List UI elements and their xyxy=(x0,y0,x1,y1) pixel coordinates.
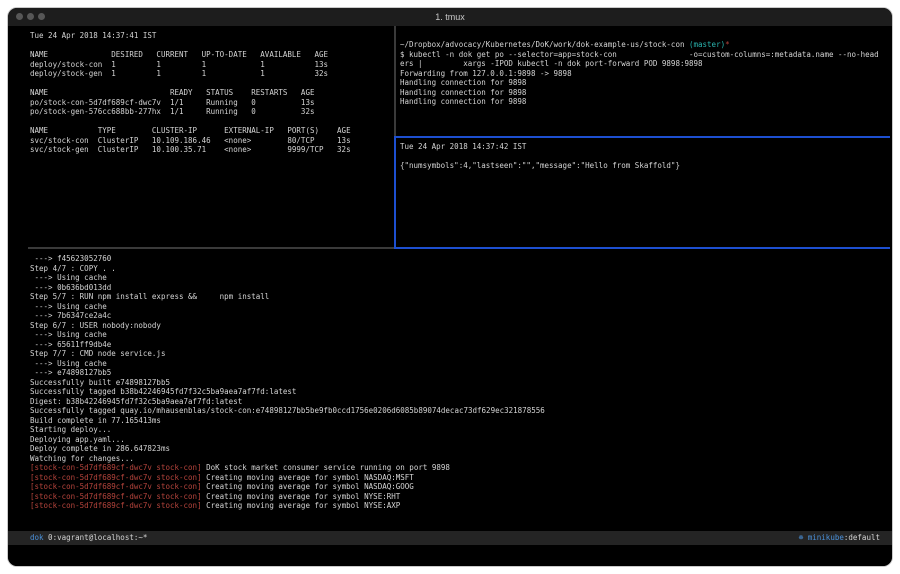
pane-shell-portforward[interactable]: ~/Dropbox/advocacy/Kubernetes/DoK/work/d… xyxy=(400,40,879,107)
kubernetes-wheel-icon: ☸ xyxy=(799,533,808,542)
prompt-path-line: ~/Dropbox/advocacy/Kubernetes/DoK/work/d… xyxy=(400,40,879,50)
window-title: 1. tmux xyxy=(8,8,892,26)
log-message: Creating moving average for symbol NYSE:… xyxy=(202,501,401,510)
tmux-status-bar: dok 0:vagrant@localhost:~* ☸ minikube:de… xyxy=(8,531,892,545)
kube-namespace: :default xyxy=(844,533,880,542)
tmux-terminal: Tue 24 Apr 2018 14:37:41 IST NAME DESIRE… xyxy=(8,26,892,566)
git-branch: (master) xyxy=(689,40,725,49)
log-line: [stock-con-5d7df689cf-dwc7v stock-con] C… xyxy=(30,492,545,502)
pane-curl-output[interactable]: Tue 24 Apr 2018 14:37:42 IST {"numsymbol… xyxy=(400,142,680,171)
pane-divider-vertical[interactable] xyxy=(394,26,396,136)
log-pod-prefix: [stock-con-5d7df689cf-dwc7v stock-con] xyxy=(30,492,202,501)
shell-output: $ kubectl -n dok get po --selector=app=s… xyxy=(400,50,879,107)
log-line: [stock-con-5d7df689cf-dwc7v stock-con] C… xyxy=(30,501,545,511)
log-message: Creating moving average for symbol NASDA… xyxy=(202,482,414,491)
docker-build-output: ---> f45623052760 Step 4/7 : COPY . . --… xyxy=(30,254,545,463)
log-message: DoK stock market consumer service runnin… xyxy=(202,463,450,472)
kube-context: minikube xyxy=(808,533,844,542)
status-right: ☸ minikube:default xyxy=(799,531,880,545)
log-pod-prefix: [stock-con-5d7df689cf-dwc7v stock-con] xyxy=(30,482,202,491)
cwd-path: ~/Dropbox/advocacy/Kubernetes/DoK/work/d… xyxy=(400,40,689,49)
pane-divider-vertical-active[interactable] xyxy=(394,136,396,247)
session-name[interactable]: dok xyxy=(30,533,44,542)
pane-divider-horizontal[interactable] xyxy=(28,247,394,249)
log-pod-prefix: [stock-con-5d7df689cf-dwc7v stock-con] xyxy=(30,463,202,472)
screenshot-page: 1. tmux Tue 24 Apr 2018 14:37:41 IST NAM… xyxy=(0,0,900,574)
log-pod-prefix: [stock-con-5d7df689cf-dwc7v stock-con] xyxy=(30,501,202,510)
status-left: dok 0:vagrant@localhost:~* xyxy=(30,531,147,545)
log-message: Creating moving average for symbol NASDA… xyxy=(202,473,414,482)
pane-divider-horizontal-active-top[interactable] xyxy=(396,136,890,138)
skaffold-log-lines: [stock-con-5d7df689cf-dwc7v stock-con] D… xyxy=(30,463,545,511)
log-line: [stock-con-5d7df689cf-dwc7v stock-con] C… xyxy=(30,482,545,492)
log-line: [stock-con-5d7df689cf-dwc7v stock-con] D… xyxy=(30,463,545,473)
log-message: Creating moving average for symbol NYSE:… xyxy=(202,492,401,501)
window-label[interactable]: 0:vagrant@localhost:~* xyxy=(44,533,148,542)
title-bar: 1. tmux xyxy=(8,8,892,27)
pane-kubectl-watch[interactable]: Tue 24 Apr 2018 14:37:41 IST NAME DESIRE… xyxy=(30,31,351,155)
log-pod-prefix: [stock-con-5d7df689cf-dwc7v stock-con] xyxy=(30,473,202,482)
terminal-window: 1. tmux Tue 24 Apr 2018 14:37:41 IST NAM… xyxy=(8,8,892,566)
pane-skaffold-log[interactable]: ---> f45623052760 Step 4/7 : COPY . . --… xyxy=(30,254,545,511)
git-dirty-flag: * xyxy=(725,40,730,49)
pane-divider-horizontal-active[interactable] xyxy=(394,247,890,249)
log-line: [stock-con-5d7df689cf-dwc7v stock-con] C… xyxy=(30,473,545,483)
